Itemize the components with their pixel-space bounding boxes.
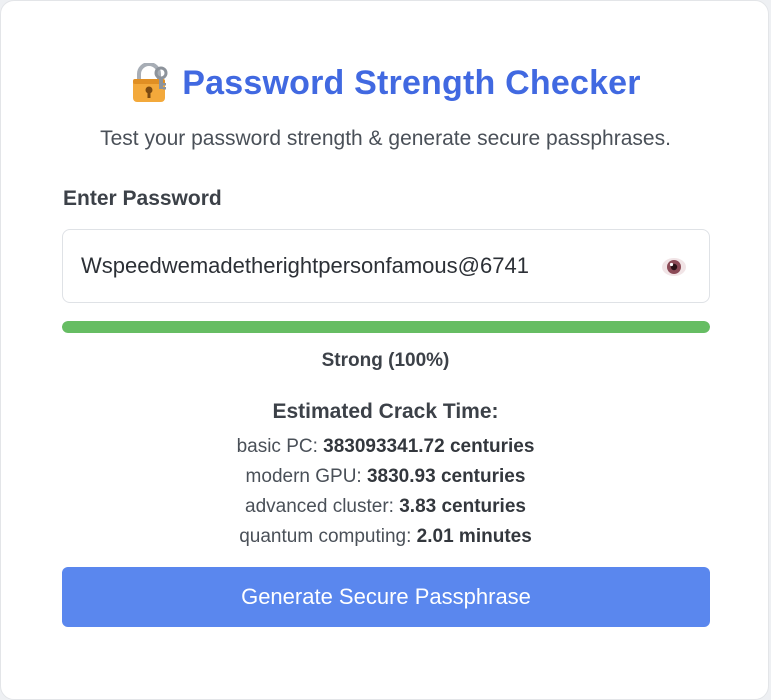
crack-time-scenario: quantum computing: [239, 526, 412, 547]
crack-time-title: Estimated Crack Time: [272, 400, 499, 423]
eye-icon[interactable] [661, 256, 687, 278]
crack-time-scenario: modern GPU: [245, 466, 362, 487]
title-row: Password Strength Checker [1, 62, 770, 103]
crack-time-scenario: basic PC: [236, 436, 318, 457]
crack-time-row: advanced cluster: 3.83 centuries [1, 492, 770, 522]
crack-time-value: 2.01 minutes [416, 526, 532, 547]
page-title: Password Strength Checker [182, 63, 641, 102]
locked-with-key-icon [130, 62, 168, 103]
crack-time-value: 383093341.72 centuries [323, 436, 535, 457]
page-subtitle: Test your password strength & generate s… [100, 127, 671, 150]
crack-time-scenario: advanced cluster: [245, 496, 394, 517]
crack-time-list: basic PC: 383093341.72 centuries modern … [1, 432, 770, 552]
strength-meter [62, 321, 710, 333]
password-input[interactable] [81, 250, 641, 282]
crack-time-value: 3830.93 centuries [366, 466, 526, 487]
password-field [62, 229, 710, 303]
generate-passphrase-button[interactable]: Generate Secure Passphrase [62, 567, 710, 627]
password-field-label: Enter Password [63, 187, 222, 210]
strength-label: Strong (100%) [321, 350, 450, 371]
password-checker-card: Password Strength Checker Test your pass… [0, 0, 769, 700]
crack-time-row: modern GPU: 3830.93 centuries [1, 462, 770, 492]
crack-time-value: 3.83 centuries [399, 496, 526, 517]
crack-time-row: basic PC: 383093341.72 centuries [1, 432, 770, 462]
strength-meter-fill [62, 321, 710, 333]
crack-time-row: quantum computing: 2.01 minutes [1, 522, 770, 552]
